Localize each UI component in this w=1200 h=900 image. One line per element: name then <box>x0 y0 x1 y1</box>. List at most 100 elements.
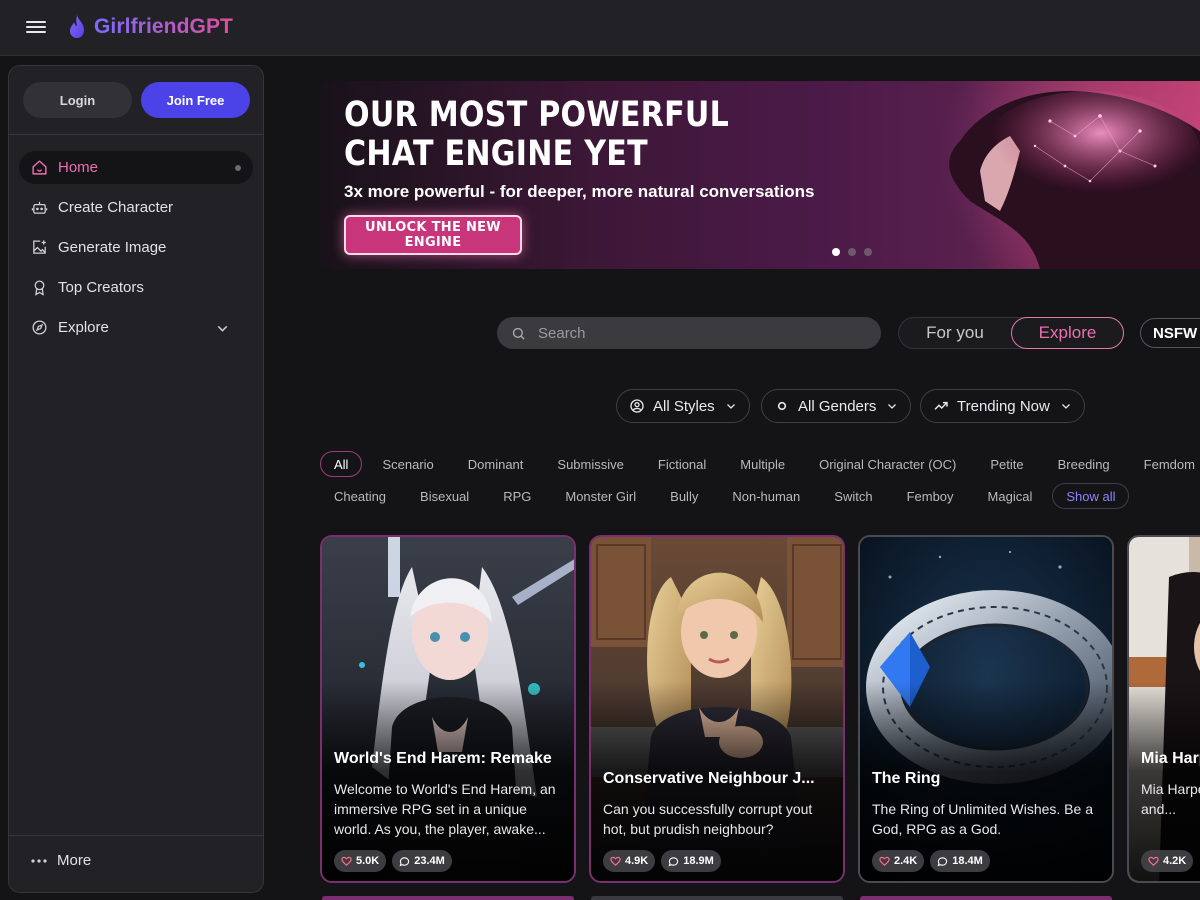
tag-chip[interactable]: Magical <box>974 483 1047 509</box>
banner-subtitle: 3x more powerful - for deeper, more natu… <box>344 182 815 201</box>
heart-icon <box>610 856 621 866</box>
sidebar-item-label: Explore <box>58 319 109 336</box>
search-bar[interactable] <box>497 317 881 349</box>
nsfw-toggle[interactable]: NSFW <box>1140 318 1200 348</box>
tag-chip[interactable]: Femdom <box>1130 451 1200 477</box>
chats-badge: 23.4M <box>392 850 452 872</box>
show-all-tags-button[interactable]: Show all <box>1052 483 1130 509</box>
login-button[interactable]: Login <box>23 82 132 118</box>
sidebar-item-label: Generate Image <box>58 239 167 256</box>
trending-up-icon <box>934 401 948 410</box>
sidebar-nav: Home Create Character Generate Image Top… <box>19 151 253 351</box>
card-description: Welcome to World's End Harem, an immersi… <box>334 781 556 837</box>
banner-title: OUR MOST POWERFUL CHAT ENGINE YET <box>344 95 730 174</box>
styles-dropdown[interactable]: All Styles <box>616 389 750 423</box>
chat-bubble-icon <box>937 856 948 866</box>
card-stats: 5.0K 23.4M <box>334 850 452 872</box>
tag-chip[interactable]: All <box>320 451 363 477</box>
chevron-down-icon[interactable] <box>214 320 231 337</box>
tag-chip[interactable]: RPG <box>489 483 545 509</box>
sidebar: Login Join Free Home Create Character Ge… <box>8 65 264 893</box>
tag-chip[interactable]: Cheating <box>320 483 400 509</box>
chat-bubble-icon <box>399 856 410 866</box>
tag-chip[interactable]: Bully <box>656 483 712 509</box>
tab-explore[interactable]: Explore <box>1011 317 1124 349</box>
sidebar-item-generate-image[interactable]: Generate Image <box>19 231 253 264</box>
unlock-engine-button[interactable]: UNLOCK THE NEW ENGINE <box>344 215 522 255</box>
sidebar-item-top-creators[interactable]: Top Creators <box>19 271 253 304</box>
character-card[interactable]: The Ring The Ring of Unlimited Wishes. B… <box>858 535 1114 883</box>
sidebar-item-home[interactable]: Home <box>19 151 253 184</box>
flame-icon <box>70 15 84 38</box>
next-row-card-edge <box>860 896 1112 900</box>
tags-row-1: All Scenario Dominant Submissive Fiction… <box>320 451 1200 477</box>
sidebar-item-label: Home <box>58 159 99 176</box>
top-bar: GirlfriendGPT <box>0 0 1200 56</box>
dropdown-label: All Styles <box>653 397 715 415</box>
likes-badge: 2.4K <box>872 850 925 872</box>
chats-badge: 18.4M <box>930 850 990 872</box>
tag-chip[interactable]: Bisexual <box>406 483 483 509</box>
chat-bubble-icon <box>668 856 679 866</box>
likes-badge: 4.2K <box>1141 850 1194 872</box>
search-input[interactable] <box>538 324 838 342</box>
promo-banner[interactable]: OUR MOST POWERFUL CHAT ENGINE YET 3x mor… <box>320 81 1200 269</box>
brand-logo[interactable]: GirlfriendGPT <box>66 14 233 40</box>
brand-name: GirlfriendGPT <box>94 15 233 38</box>
tag-chip[interactable]: Femboy <box>893 483 968 509</box>
tag-chip[interactable]: Dominant <box>454 451 538 477</box>
card-description: Can you successfully corrupt yout hot, b… <box>603 801 813 837</box>
heart-icon <box>879 856 890 866</box>
more-button[interactable]: More <box>31 852 91 869</box>
card-title: The Ring <box>872 770 941 787</box>
robot-icon <box>31 201 48 214</box>
chats-badge: 18.9M <box>661 850 721 872</box>
chevron-down-icon <box>1061 404 1070 409</box>
card-title: World's End Harem: Remake <box>334 750 552 767</box>
home-icon <box>32 160 47 175</box>
user-circle-icon <box>630 399 644 413</box>
card-clip: Mia Harper Mia Harper, a 19-year-old fas… <box>1127 535 1200 883</box>
tag-chip[interactable]: Original Character (OC) <box>805 451 970 477</box>
feed-toggle: For you Explore <box>898 317 1124 349</box>
genders-dropdown[interactable]: All Genders <box>761 389 912 423</box>
auth-buttons: Login Join Free <box>23 82 250 118</box>
character-card[interactable]: Mia Harper Mia Harper, a 19-year-old fas… <box>1127 535 1200 883</box>
likes-badge: 4.9K <box>603 850 656 872</box>
circle-icon <box>777 401 787 411</box>
carousel-dot[interactable] <box>832 248 840 256</box>
carousel-dot[interactable] <box>848 248 856 256</box>
image-plus-icon <box>33 240 46 254</box>
menu-icon[interactable] <box>26 18 46 38</box>
tags-row-2: Cheating Bisexual RPG Monster Girl Bully… <box>320 483 1135 509</box>
tag-chip[interactable]: Fictional <box>644 451 720 477</box>
sidebar-item-create-character[interactable]: Create Character <box>19 191 253 224</box>
dropdown-label: All Genders <box>798 397 877 415</box>
card-title: Conservative Neighbour J... <box>603 770 815 787</box>
tag-chip[interactable]: Non-human <box>718 483 814 509</box>
carousel-dot[interactable] <box>864 248 872 256</box>
sort-dropdown[interactable]: Trending Now <box>920 389 1085 423</box>
tag-chip[interactable]: Monster Girl <box>551 483 650 509</box>
card-description: Mia Harper, a 19-year-old fashion and... <box>1141 781 1200 817</box>
tag-chip[interactable]: Multiple <box>726 451 799 477</box>
tag-chip[interactable]: Submissive <box>543 451 637 477</box>
card-stats: 4.9K 18.9M <box>603 850 721 872</box>
compass-icon <box>32 320 47 335</box>
character-card[interactable]: Conservative Neighbour J... Can you succ… <box>589 535 845 883</box>
sidebar-item-label: Top Creators <box>58 279 144 296</box>
heart-icon <box>341 856 352 866</box>
likes-badge: 5.0K <box>334 850 387 872</box>
character-card[interactable]: World's End Harem: Remake Welcome to Wor… <box>320 535 576 883</box>
sidebar-item-explore[interactable]: Explore <box>19 311 253 344</box>
tab-for-you[interactable]: For you <box>899 318 1011 348</box>
sidebar-divider <box>9 134 263 135</box>
next-row-card-edge <box>322 896 574 900</box>
join-free-button[interactable]: Join Free <box>141 82 250 118</box>
tag-chip[interactable]: Scenario <box>368 451 447 477</box>
tag-chip[interactable]: Switch <box>820 483 886 509</box>
search-icon <box>512 327 525 340</box>
tag-chip[interactable]: Petite <box>976 451 1037 477</box>
card-description: The Ring of Unlimited Wishes. Be a God, … <box>872 801 1093 837</box>
tag-chip[interactable]: Breeding <box>1044 451 1124 477</box>
